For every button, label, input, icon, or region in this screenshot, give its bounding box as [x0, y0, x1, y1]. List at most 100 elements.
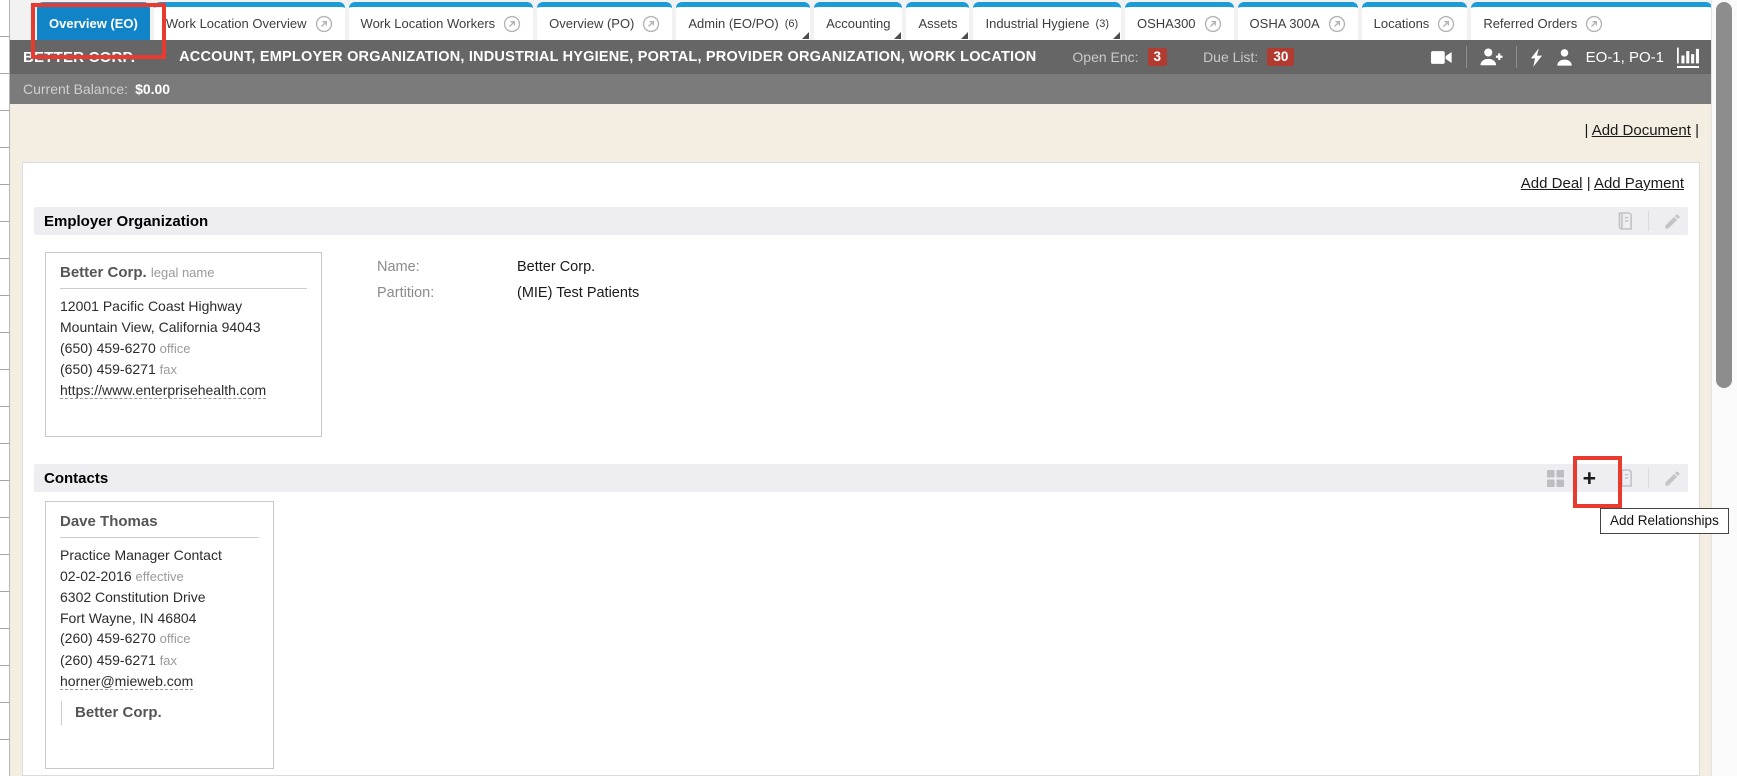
tab-label: OSHA 300A	[1250, 16, 1320, 31]
bar-chart-icon[interactable]	[1677, 47, 1699, 68]
organization-panel: Add Deal | Add Payment Employer Organiza…	[22, 162, 1700, 776]
field-label: Partition:	[377, 280, 517, 306]
card-divider	[60, 537, 259, 538]
tab-admin-eo-po[interactable]: Admin (EO/PO) (6)	[676, 2, 810, 40]
contacts-header: Contacts +	[34, 464, 1688, 492]
video-camera-icon[interactable]	[1431, 50, 1453, 65]
due-list-badge[interactable]: 30	[1267, 48, 1294, 66]
add-document-link[interactable]: Add Document	[1592, 122, 1691, 139]
tab-label: Overview (EO)	[49, 16, 138, 31]
toolbar-divider	[1648, 468, 1649, 488]
email-link[interactable]: horner@mieweb.com	[60, 673, 193, 690]
effective-date: 02-02-2016	[60, 568, 132, 584]
separator: |	[1695, 122, 1699, 139]
toolbar-divider	[1466, 46, 1467, 68]
header-toolbar: EO-1, PO-1	[1431, 46, 1699, 68]
field-value: (MIE) Test Patients	[517, 280, 639, 306]
balance-label: Current Balance:	[23, 81, 128, 97]
tab-count: (6)	[785, 18, 798, 30]
effective-date-line: 02-02-2016 effective	[60, 566, 259, 588]
add-payment-link[interactable]: Add Payment	[1594, 175, 1684, 192]
tab-work-location-overview[interactable]: Work Location Overview	[154, 2, 345, 40]
address-line: Mountain View, California 94043	[60, 317, 307, 338]
tab-label: Work Location Overview	[166, 16, 307, 31]
book-icon[interactable]	[1614, 468, 1634, 488]
legal-name-label: legal name	[151, 265, 215, 280]
address-line: Fort Wayne, IN 46804	[60, 608, 259, 629]
left-edge-ruler	[0, 0, 10, 776]
balance-bar: Current Balance: $0.00	[10, 74, 1712, 104]
fax-line: (260) 459-6271 fax	[60, 650, 259, 672]
website-link[interactable]: https://www.enterprisehealth.com	[60, 382, 266, 399]
email-line: horner@mieweb.com	[60, 671, 259, 692]
office-phone-line: (650) 459-6270 office	[60, 338, 307, 359]
app-window: Overview (EO) Work Location Overview Wor…	[0, 0, 1737, 776]
vertical-scrollbar[interactable]	[1711, 0, 1737, 776]
dropdown-corner-icon	[802, 32, 809, 39]
tab-label: Overview (PO)	[549, 16, 634, 31]
external-link-icon	[1585, 15, 1603, 33]
dropdown-corner-icon	[1113, 32, 1120, 39]
main-area: Overview (EO) Work Location Overview Wor…	[10, 0, 1712, 776]
fax-label: fax	[160, 653, 177, 668]
contact-card: Dave Thomas Practice Manager Contact 02-…	[45, 501, 274, 769]
grid-icon[interactable]	[1546, 469, 1565, 488]
open-enc-badge[interactable]: 3	[1148, 48, 1168, 66]
toolbar-divider	[1516, 46, 1517, 68]
person-icon[interactable]	[1556, 49, 1573, 66]
tab-overview-eo[interactable]: Overview (EO)	[37, 2, 150, 40]
field-row: Name: Better Corp.	[377, 254, 639, 280]
external-link-icon	[503, 15, 521, 33]
fax-number: (260) 459-6271	[60, 652, 156, 668]
contact-organization: Better Corp.	[61, 701, 259, 725]
tab-industrial-hygiene[interactable]: Industrial Hygiene (3)	[973, 2, 1121, 40]
fax-label: fax	[160, 362, 177, 377]
add-deal-link[interactable]: Add Deal	[1521, 175, 1583, 192]
office-label: office	[160, 631, 191, 646]
contact-card-title: Dave Thomas	[60, 513, 259, 530]
edit-pencil-icon[interactable]	[1663, 212, 1682, 231]
address-line: 12001 Pacific Coast Highway	[60, 296, 307, 317]
tab-osha300[interactable]: OSHA300	[1125, 2, 1234, 40]
section-title: Employer Organization	[44, 213, 208, 230]
field-row: Partition: (MIE) Test Patients	[377, 280, 639, 306]
office-label: office	[160, 341, 191, 356]
office-phone-line: (260) 459-6270 office	[60, 628, 259, 650]
org-name: BETTER CORP.	[23, 49, 135, 66]
tab-work-location-workers[interactable]: Work Location Workers	[349, 2, 534, 40]
book-icon[interactable]	[1614, 211, 1634, 231]
entity-header: BETTER CORP. ACCOUNT, EMPLOYER ORGANIZAT…	[10, 40, 1712, 74]
tab-assets[interactable]: Assets	[906, 2, 969, 40]
dropdown-corner-icon	[961, 32, 968, 39]
lightning-icon[interactable]	[1530, 48, 1543, 67]
external-link-icon	[315, 15, 333, 33]
scrollbar-thumb[interactable]	[1716, 2, 1732, 388]
external-link-icon	[1204, 15, 1222, 33]
content-area: | Add Document | Add Deal | Add Payment …	[10, 104, 1712, 776]
address-line: 6302 Constitution Drive	[60, 587, 259, 608]
fax-line: (650) 459-6271 fax	[60, 359, 307, 380]
dropdown-corner-icon	[894, 32, 901, 39]
section-toolbar	[1614, 211, 1682, 231]
section-toolbar: +	[1546, 468, 1682, 488]
add-person-icon[interactable]	[1480, 48, 1503, 66]
employer-card-title: Better Corp. legal name	[60, 264, 307, 281]
field-value: Better Corp.	[517, 254, 595, 280]
tab-label: Locations	[1374, 16, 1430, 31]
contact-name: Dave Thomas	[60, 513, 158, 530]
tab-label: Admin (EO/PO)	[688, 16, 778, 31]
tab-osha-300a[interactable]: OSHA 300A	[1238, 2, 1358, 40]
edit-pencil-icon[interactable]	[1663, 469, 1682, 488]
external-link-icon	[642, 15, 660, 33]
office-phone: (260) 459-6270	[60, 630, 156, 646]
add-relationships-tooltip: Add Relationships	[1600, 508, 1729, 534]
tab-overview-po[interactable]: Overview (PO)	[537, 2, 672, 40]
tab-referred-orders[interactable]: Referred Orders	[1471, 2, 1712, 40]
section-title: Contacts	[44, 470, 108, 487]
tab-accounting[interactable]: Accounting	[814, 2, 902, 40]
employer-card: Better Corp. legal name 12001 Pacific Co…	[45, 252, 322, 437]
tab-locations[interactable]: Locations	[1362, 2, 1468, 40]
card-divider	[60, 288, 307, 289]
tab-label: Work Location Workers	[361, 16, 496, 31]
add-relationships-button[interactable]: +	[1579, 468, 1600, 488]
